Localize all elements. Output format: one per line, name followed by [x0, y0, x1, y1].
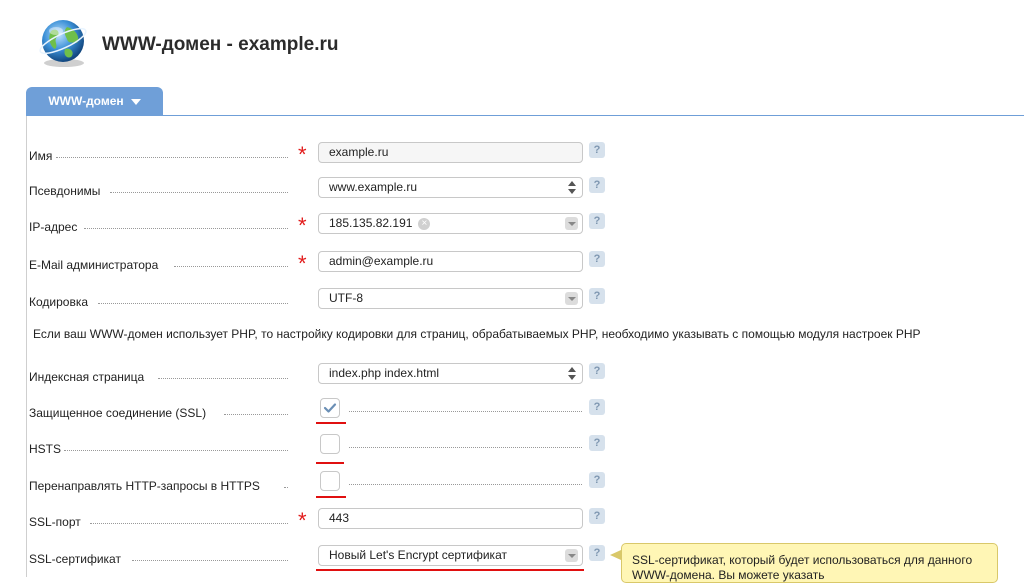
help-icon[interactable]: ? [589, 142, 605, 158]
ip-select[interactable]: 185.135.82.191 × [318, 213, 583, 234]
page-header: WWW-домен - example.ru [0, 0, 1024, 86]
form-row-ip: IP-адрес * 185.135.82.191 × ? [0, 213, 1024, 243]
help-icon[interactable]: ? [589, 251, 605, 267]
help-icon[interactable]: ? [589, 472, 605, 488]
leader-dots [98, 302, 288, 304]
help-icon[interactable]: ? [589, 508, 605, 524]
help-icon[interactable]: ? [589, 177, 605, 193]
ssl-label: Защищенное соединение (SSL) [29, 406, 207, 420]
leader-dots [224, 413, 288, 415]
required-mark: * [298, 251, 307, 276]
ip-chip-value: 185.135.82.191 [329, 216, 413, 230]
resize-icon[interactable] [568, 367, 576, 380]
ip-label: IP-адрес [29, 220, 78, 234]
leader-dots [56, 156, 288, 158]
charset-label: Кодировка [29, 295, 89, 309]
highlight-underline [316, 422, 346, 424]
ssl-checkbox[interactable] [320, 398, 340, 418]
help-icon[interactable]: ? [589, 213, 605, 229]
help-icon[interactable]: ? [589, 435, 605, 451]
redirect-checkbox[interactable] [320, 471, 340, 491]
highlight-underline [316, 462, 344, 464]
ssl-cert-value: Новый Let's Encrypt сертификат [329, 548, 507, 562]
remove-chip-icon[interactable]: × [418, 217, 431, 230]
charset-note: Если ваш WWW-домен использует PHP, то на… [33, 327, 921, 341]
leader-dots [349, 447, 582, 448]
resize-icon[interactable] [568, 181, 576, 194]
form-row-charset: Кодировка UTF-8 ? [0, 288, 1024, 318]
help-icon[interactable]: ? [589, 545, 605, 561]
index-label: Индексная страница [29, 370, 145, 384]
index-field[interactable]: index.php index.html [318, 363, 583, 384]
chevron-down-icon[interactable] [565, 549, 578, 562]
ssl-cert-select[interactable]: Новый Let's Encrypt сертификат [318, 545, 583, 566]
ssl-port-label: SSL-порт [29, 515, 81, 529]
aliases-label: Псевдонимы [29, 184, 101, 198]
chevron-down-icon [130, 98, 141, 105]
leader-dots [90, 522, 288, 524]
leader-dots [284, 486, 288, 488]
index-value: index.php index.html [329, 366, 440, 380]
tab-label: WWW-домен [48, 94, 124, 108]
leader-dots [132, 559, 288, 561]
name-field[interactable]: example.ru [318, 142, 583, 163]
charset-value: UTF-8 [329, 291, 363, 305]
check-icon [323, 403, 337, 413]
form-row-ssl-port: SSL-порт * 443 ? [0, 508, 1024, 538]
help-icon[interactable]: ? [589, 399, 605, 415]
aliases-field[interactable]: www.example.ru [318, 177, 583, 198]
aliases-value: www.example.ru [329, 180, 418, 194]
form-row-email: E-Mail администратора * admin@example.ru… [0, 251, 1024, 281]
required-mark: * [298, 142, 307, 167]
form-row-index: Индексная страница index.php index.html … [0, 363, 1024, 393]
leader-dots [174, 265, 288, 267]
tooltip-arrow [610, 550, 621, 560]
ssl-port-field[interactable]: 443 [318, 508, 583, 529]
charset-select[interactable]: UTF-8 [318, 288, 583, 309]
tab-www-domain[interactable]: WWW-домен [26, 87, 163, 115]
leader-dots [64, 449, 288, 451]
leader-dots [349, 484, 582, 485]
form-row-ssl: Защищенное соединение (SSL) ? [0, 398, 1024, 429]
required-mark: * [298, 213, 307, 238]
redirect-label: Перенаправлять HTTP-запросы в HTTPS [29, 479, 260, 493]
page-title: WWW-домен - example.ru [102, 34, 339, 55]
name-label: Имя [29, 149, 53, 163]
form-row-name: Имя * example.ru ? [0, 142, 1024, 172]
hsts-label: HSTS [29, 442, 62, 456]
help-tooltip: SSL-сертификат, который будет использова… [621, 543, 998, 583]
leader-dots [110, 191, 288, 193]
required-mark: * [298, 508, 307, 533]
form-row-hsts: HSTS ? [0, 434, 1024, 465]
ssl-cert-label: SSL-сертификат [29, 552, 121, 566]
globe-icon [39, 20, 87, 67]
leader-dots [349, 411, 582, 412]
email-field[interactable]: admin@example.ru [318, 251, 583, 272]
highlight-underline [316, 569, 584, 571]
leader-dots [158, 377, 288, 379]
form-row-redirect: Перенаправлять HTTP-запросы в HTTPS ? [0, 471, 1024, 502]
help-icon[interactable]: ? [589, 363, 605, 379]
leader-dots [84, 227, 288, 229]
hsts-checkbox[interactable] [320, 434, 340, 454]
chevron-down-icon[interactable] [565, 292, 578, 305]
chevron-down-icon[interactable] [565, 217, 578, 230]
help-icon[interactable]: ? [589, 288, 605, 304]
form-row-aliases: Псевдонимы www.example.ru ? [0, 177, 1024, 207]
email-label: E-Mail администратора [29, 258, 159, 272]
highlight-underline [316, 496, 346, 498]
